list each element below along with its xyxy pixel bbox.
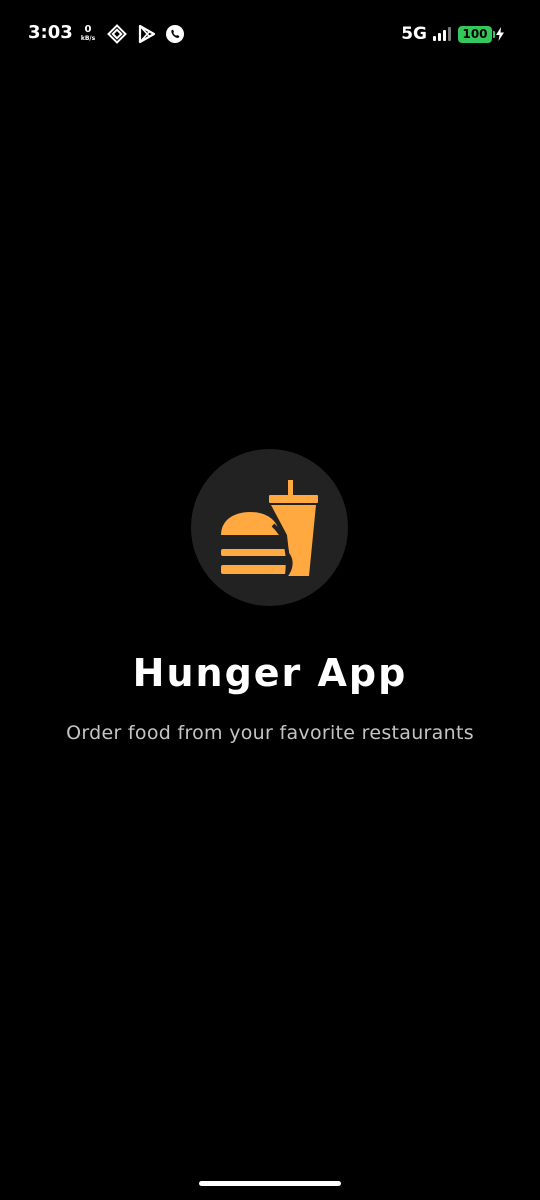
whatsapp-icon (166, 25, 184, 43)
status-time: 3:03 (28, 22, 73, 43)
network-speed-indicator: 0 kB/s (79, 25, 97, 42)
play-store-icon (138, 24, 156, 44)
app-notification-icon (107, 24, 127, 44)
network-speed-unit: kB/s (80, 35, 96, 42)
status-right-cluster: 5G 100 (401, 23, 504, 45)
battery-tip (493, 30, 495, 38)
app-title: Hunger App (132, 651, 408, 695)
app-logo (191, 449, 348, 606)
status-bar: 3:03 0 kB/s 5G 100 (0, 0, 540, 68)
home-indicator[interactable] (199, 1181, 341, 1186)
network-speed-value: 0 (84, 24, 92, 35)
app-tagline: Order food from your favorite restaurant… (66, 722, 474, 744)
burger-and-drink-icon (221, 480, 318, 576)
signal-icon (433, 27, 453, 41)
battery-level: 100 (462, 26, 488, 41)
battery-icon: 100 (458, 25, 492, 43)
charging-icon (496, 27, 504, 41)
network-type: 5G (401, 24, 427, 44)
